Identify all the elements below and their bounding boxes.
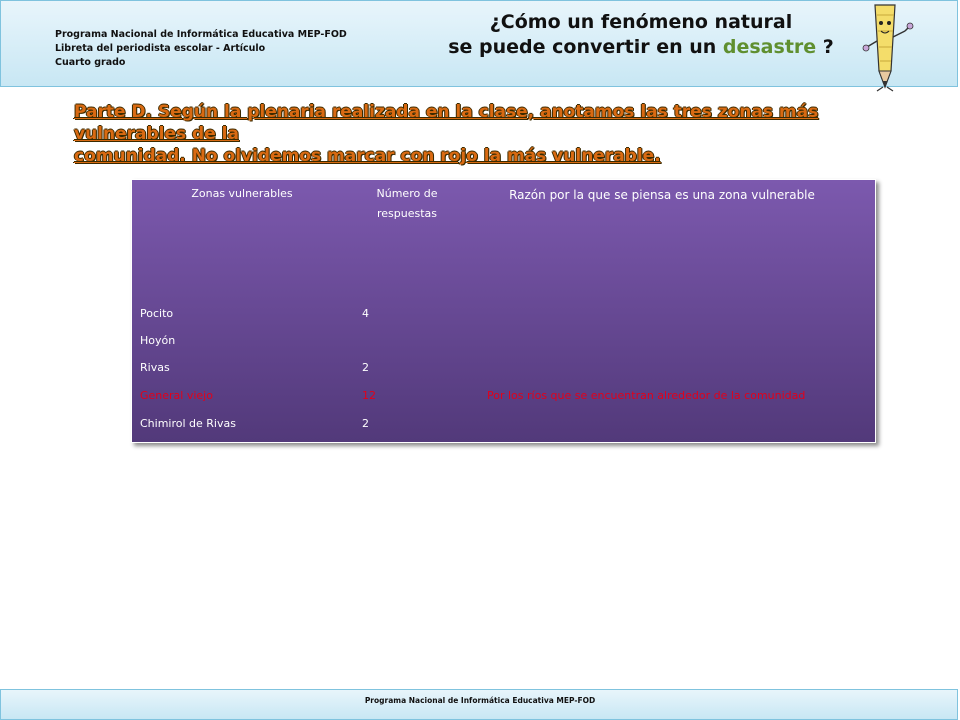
table-row: Chimirol de Rivas 2	[132, 414, 875, 434]
zone-cell: Chimirol de Rivas	[140, 417, 236, 430]
program-info: Programa Nacional de Informática Educati…	[55, 28, 347, 70]
heading-line-2-text: comunidad. No olvidemos marcar con rojo …	[74, 146, 661, 166]
grade-label: Cuarto grado	[55, 57, 126, 68]
count-cell: 2	[362, 417, 369, 430]
table-row-most-vulnerable: General viejo 12 Por los ríos que se enc…	[132, 386, 875, 406]
title-line-2-suffix: ?	[816, 36, 834, 58]
column-header-zones: Zonas vulnerables	[191, 187, 293, 200]
title-line-2-prefix: se puede convertir en un	[448, 36, 723, 58]
pencil-character-icon	[862, 4, 914, 92]
count-cell: 12	[362, 389, 376, 402]
column-header-reason: Razón por la que se piensa es una zona v…	[509, 188, 815, 202]
count-cell: 2	[362, 361, 369, 374]
title-line-1: ¿Cómo un fenómeno natural	[489, 11, 793, 33]
column-header-responses: Número de respuestas	[376, 187, 438, 220]
heading-line-2: comunidad. No olvidemos marcar con rojo …	[74, 145, 874, 167]
header-banner: Programa Nacional de Informática Educati…	[0, 0, 958, 92]
zone-cell: Pocito	[140, 307, 174, 320]
reason-cell: Por los ríos que se encuentran alrededor…	[487, 389, 806, 402]
page-title: ¿Cómo un fenómeno natural se puede conve…	[421, 10, 861, 60]
heading-line-1: Parte D. Según la plenaria realizada en …	[74, 101, 874, 145]
table-row: Rivas 2	[132, 358, 875, 378]
zone-cell: Rivas	[140, 361, 170, 374]
part-d-heading: Parte D. Según la plenaria realizada en …	[74, 101, 874, 167]
title-highlight-word: desastre	[722, 36, 817, 58]
footer-banner: Programa Nacional de Informática Educati…	[0, 689, 958, 720]
vulnerable-zones-table: Zonas vulnerables Número de respuestas R…	[131, 179, 876, 443]
heading-line-1-text: Parte D. Según la plenaria realizada en …	[74, 102, 819, 144]
footer-text: Programa Nacional de Informática Educati…	[364, 696, 596, 705]
table-row: Hoyón	[132, 331, 875, 351]
table-row: Pocito 4	[132, 304, 875, 324]
count-cell: 4	[362, 307, 369, 320]
program-name: Programa Nacional de Informática Educati…	[55, 29, 347, 40]
zone-cell: Hoyón	[140, 334, 176, 347]
title-line-2: se puede convertir en un desastre ?	[421, 35, 861, 60]
notebook-name: Libreta del periodista escolar - Artícul…	[55, 43, 266, 54]
zone-cell: General viejo	[140, 389, 213, 402]
